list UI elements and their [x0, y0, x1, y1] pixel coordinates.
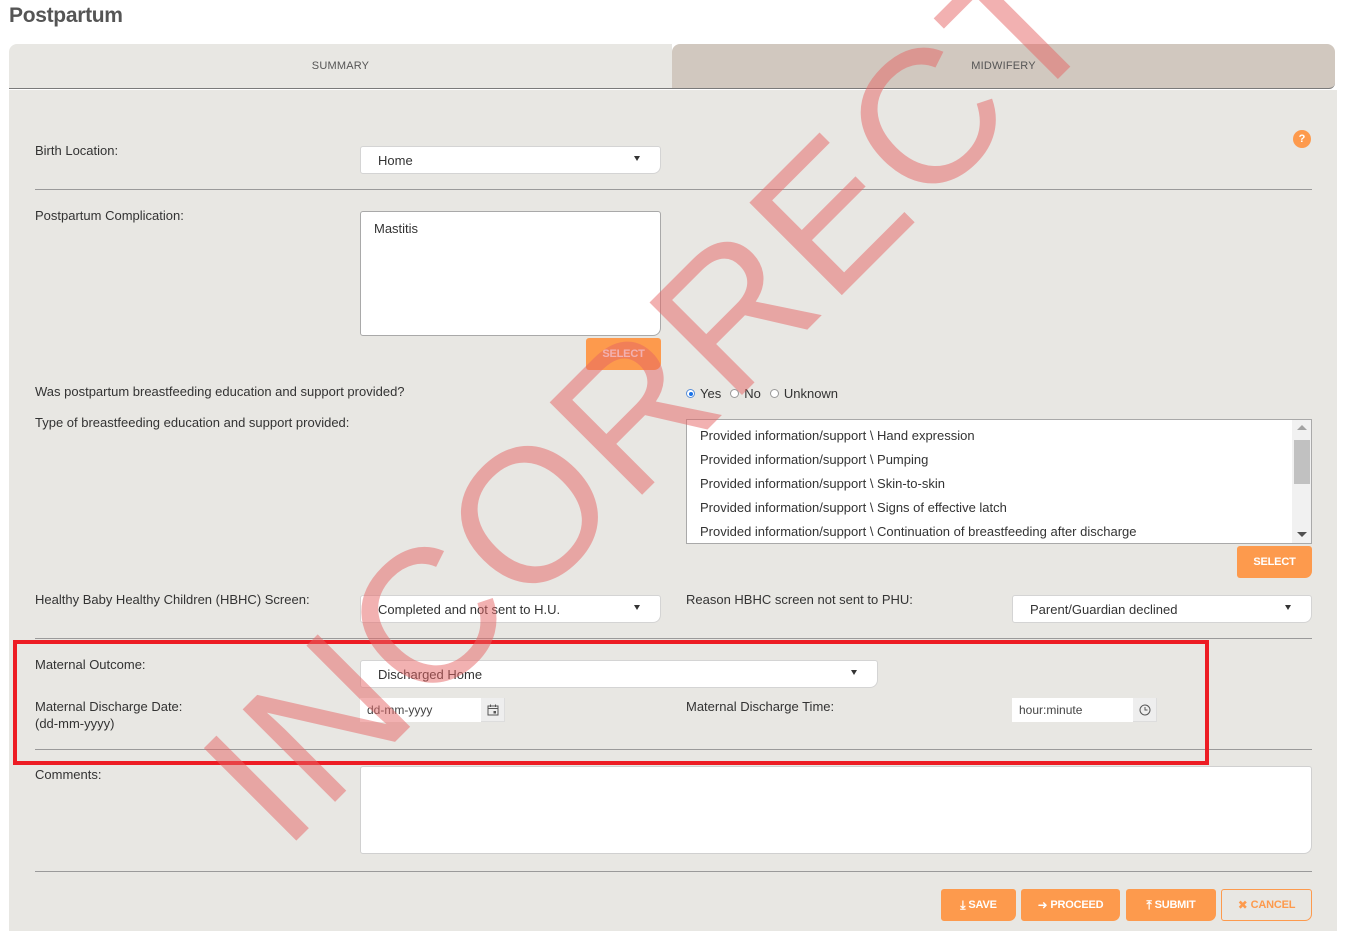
birth-location-label: Birth Location:: [35, 143, 119, 158]
radio-yes[interactable]: [686, 389, 695, 398]
hbhc-screen-label: Healthy Baby Healthy Children (HBHC) Scr…: [35, 592, 310, 607]
divider: [35, 749, 1312, 750]
arrow-right-icon: ➜: [1037, 898, 1048, 912]
scroll-up-arrow-icon[interactable]: [1297, 425, 1307, 430]
maternal-discharge-date-group: dd-mm-yyyy: [360, 698, 505, 722]
scroll-thumb[interactable]: [1294, 440, 1310, 484]
maternal-discharge-time-label: Maternal Discharge Time:: [686, 699, 835, 714]
radio-no-label: No: [744, 386, 761, 401]
maternal-outcome-select[interactable]: Discharged Home: [360, 660, 878, 688]
upload-icon: ⤒: [1146, 897, 1152, 912]
hbhc-reason-label: Reason HBHC screen not sent to PHU:: [686, 592, 913, 607]
chevron-down-icon: [634, 156, 640, 161]
tab-bar: SUMMARY MIDWIFERY: [9, 44, 1335, 90]
radio-unknown-label: Unknown: [783, 386, 839, 401]
tab-midwifery-label: MIDWIFERY: [971, 60, 1036, 72]
radio-no[interactable]: [730, 389, 740, 398]
calendar-icon: [487, 704, 498, 715]
chevron-down-icon: [634, 605, 640, 610]
tab-summary[interactable]: SUMMARY: [9, 44, 672, 89]
cancel-button[interactable]: ✖ CANCEL: [1221, 889, 1312, 921]
submit-button[interactable]: ⤒ SUBMIT: [1126, 889, 1216, 921]
radio-yes-label: Yes: [700, 386, 722, 401]
divider: [35, 189, 1312, 190]
divider: [35, 871, 1312, 872]
chevron-down-icon: [1285, 605, 1291, 610]
maternal-discharge-time-input[interactable]: hour:minute: [1012, 698, 1133, 722]
postpartum-complication-field[interactable]: Mastitis: [360, 211, 661, 336]
list-item[interactable]: Provided information/support \ Signs of …: [687, 496, 1311, 520]
maternal-discharge-date-label: Maternal Discharge Date:: [35, 699, 183, 714]
breastfeeding-provided-radio-group: Yes No Unknown: [686, 386, 847, 401]
hbhc-reason-select[interactable]: Parent/Guardian declined: [1012, 595, 1312, 623]
clock-icon: [1139, 704, 1150, 715]
birth-location-value: Home: [378, 152, 413, 168]
tab-midwifery[interactable]: MIDWIFERY: [672, 44, 1335, 89]
proceed-button[interactable]: ➜ PROCEED: [1021, 889, 1120, 921]
form-panel: ? Birth Location: Home Postpartum Compli…: [9, 90, 1337, 931]
hbhc-screen-value: Completed and not sent to H.U.: [378, 601, 561, 617]
complication-select-label: SELECT: [602, 348, 645, 360]
scroll-down-arrow-icon[interactable]: [1297, 532, 1307, 537]
help-icon[interactable]: ?: [1293, 130, 1311, 148]
breastfeeding-type-label: Type of breastfeeding education and supp…: [35, 415, 350, 430]
breastfeeding-type-select-label: SELECT: [1253, 556, 1296, 568]
cancel-label: CANCEL: [1250, 899, 1296, 911]
maternal-discharge-date-input[interactable]: dd-mm-yyyy: [360, 698, 481, 722]
time-button[interactable]: [1133, 698, 1157, 722]
maternal-outcome-label: Maternal Outcome:: [35, 657, 146, 672]
page-title: Postpartum: [9, 4, 123, 27]
divider: [35, 638, 1312, 639]
save-label: SAVE: [968, 899, 997, 911]
maternal-discharge-time-group: hour:minute: [1012, 698, 1157, 722]
comments-field[interactable]: [360, 766, 1312, 854]
hbhc-screen-select[interactable]: Completed and not sent to H.U.: [360, 595, 661, 623]
submit-label: SUBMIT: [1154, 899, 1196, 911]
listbox-scrollbar[interactable]: [1292, 420, 1311, 543]
close-icon: ✖: [1237, 898, 1248, 912]
tab-summary-label: SUMMARY: [311, 60, 370, 72]
postpartum-complication-label: Postpartum Complication:: [35, 208, 184, 223]
breastfeeding-provided-label: Was postpartum breastfeeding education a…: [35, 384, 405, 399]
birth-location-select[interactable]: Home: [360, 146, 661, 174]
chevron-down-icon: [851, 670, 857, 675]
maternal-discharge-date-format: (dd-mm-yyyy): [35, 716, 115, 731]
download-icon: ⤓: [960, 897, 966, 912]
list-item[interactable]: Provided information/support \ Skin-to-s…: [687, 472, 1311, 496]
list-item[interactable]: Provided information/support \ Continuat…: [687, 520, 1311, 543]
hbhc-reason-value: Parent/Guardian declined: [1030, 601, 1178, 617]
calendar-button[interactable]: [481, 698, 505, 722]
proceed-label: PROCEED: [1050, 899, 1104, 911]
maternal-outcome-value: Discharged Home: [378, 666, 483, 682]
breastfeeding-type-listbox[interactable]: Provided information/support \ Hand expr…: [686, 419, 1312, 544]
list-item[interactable]: Provided information/support \ Hand expr…: [687, 424, 1311, 448]
save-button[interactable]: ⤓ SAVE: [941, 889, 1016, 921]
comments-label: Comments:: [35, 767, 102, 782]
breastfeeding-type-select-button[interactable]: SELECT: [1237, 546, 1312, 578]
radio-unknown[interactable]: [769, 389, 779, 398]
list-item[interactable]: Provided information/support \ Pumping: [687, 448, 1311, 472]
complication-select-button[interactable]: SELECT: [586, 338, 661, 370]
